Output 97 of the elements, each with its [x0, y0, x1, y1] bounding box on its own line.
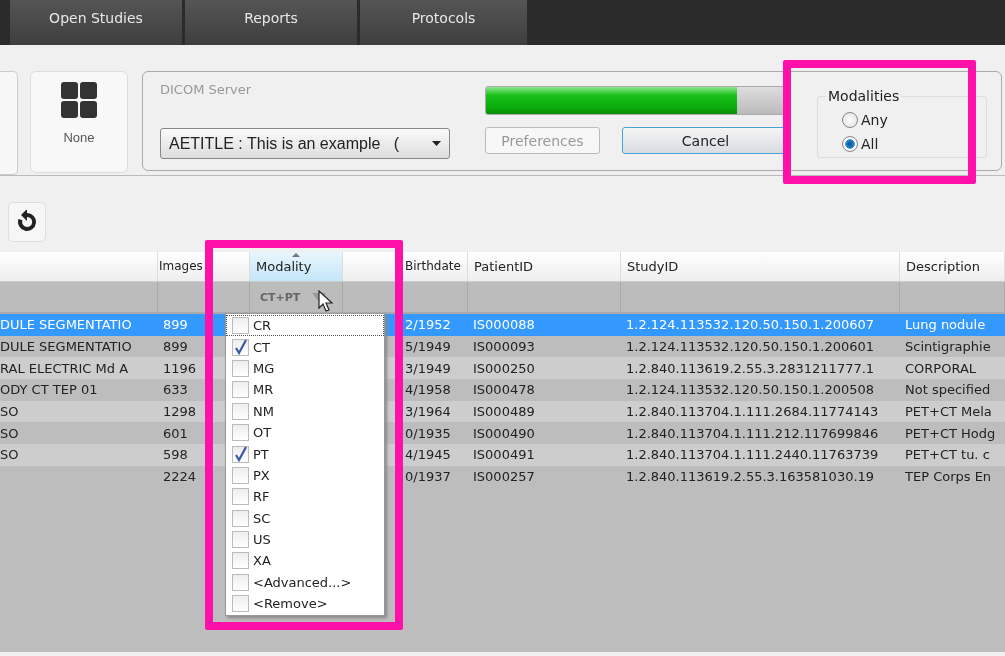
- table-cell: IS000257: [473, 469, 535, 485]
- server-dropdown[interactable]: AETITLE : This is an example (: [160, 128, 450, 159]
- table-cell: IS000093: [473, 339, 535, 355]
- menu-item[interactable]: CT: [226, 336, 384, 358]
- table-cell: 2224: [163, 469, 197, 485]
- radio-button[interactable]: [842, 112, 858, 128]
- layout-button[interactable]: None: [30, 71, 128, 173]
- table-cell: 4/1958: [405, 382, 451, 398]
- table-cell: IS000490: [473, 425, 535, 441]
- checkbox[interactable]: [232, 531, 249, 549]
- table-cell: Not specified: [905, 382, 991, 398]
- column-header[interactable]: PatientID: [468, 252, 621, 281]
- table-cell: 1.2.840.113619.2.55.3.163581030.19: [626, 469, 875, 485]
- table-cell: 1.2.124.113532.120.50.150.1.200601: [626, 339, 875, 355]
- table-cell: CORPORAL: [905, 360, 977, 376]
- table-cell: PET+CT Mela: [905, 404, 992, 420]
- radio-label: Any: [861, 112, 888, 128]
- menu-item[interactable]: MG: [226, 357, 384, 380]
- table-cell: IS000478: [473, 382, 535, 398]
- menu-item[interactable]: OT: [226, 421, 384, 444]
- group-title: Modalities: [827, 88, 901, 104]
- menu-item[interactable]: NM: [226, 400, 384, 422]
- refresh-button[interactable]: [8, 202, 46, 242]
- table-cell: 0/1937: [405, 469, 451, 485]
- column-header[interactable]: Birthdate: [343, 252, 468, 281]
- table-cell: 4/1945: [405, 447, 451, 463]
- table-cell: IS000250: [473, 360, 535, 376]
- menu-item[interactable]: MR: [226, 379, 384, 401]
- table-cell: 1.2.840.113704.1.111.2684.11774143: [626, 404, 879, 420]
- checkbox[interactable]: [232, 317, 249, 335]
- table-cell: 3/1964: [405, 404, 451, 420]
- table-cell: SO: [0, 425, 19, 441]
- table-cell: 0/1935: [405, 425, 451, 441]
- table-cell: Lung nodule: [905, 317, 986, 333]
- table-cell: 3/1949: [405, 360, 451, 376]
- checkbox[interactable]: [232, 552, 249, 570]
- checkbox[interactable]: [232, 595, 249, 613]
- table-cell: 1.2.840.113704.1.111.2440.11763739: [626, 447, 879, 463]
- table-cell: 601: [163, 425, 188, 441]
- table-cell: IS000491: [473, 447, 535, 463]
- menu-item[interactable]: CR: [226, 315, 384, 337]
- menu-item[interactable]: PT: [226, 443, 384, 465]
- table-cell: 1.2.124.113532.120.50.150.1.200607: [626, 317, 875, 333]
- menu-item[interactable]: <Remove>: [226, 593, 384, 615]
- radio-button[interactable]: [842, 136, 858, 152]
- column-header[interactable]: Description: [900, 252, 1005, 281]
- column-header[interactable]: StudyID: [621, 252, 900, 281]
- table-cell: IS000489: [473, 404, 535, 420]
- table-cell: Scintigraphie: [905, 339, 991, 355]
- table-cell: 1298: [163, 404, 197, 420]
- checkbox[interactable]: [232, 573, 249, 591]
- sort-arrow-icon: [292, 253, 300, 257]
- tab[interactable]: Reports: [185, 0, 357, 45]
- table-cell: PET+CT tu. c: [905, 447, 990, 463]
- table-cell: 598: [163, 447, 188, 463]
- table-cell: ODY CT TEP 01: [0, 382, 98, 398]
- checkbox[interactable]: [232, 381, 249, 399]
- table-cell: 899: [163, 339, 188, 355]
- toolbar-button[interactable]: [0, 71, 18, 175]
- menu-item[interactable]: <Advanced...>: [226, 571, 384, 594]
- table-cell: DULE SEGMENTATIO: [0, 339, 132, 355]
- checkbox[interactable]: [232, 359, 249, 377]
- checkbox[interactable]: [232, 445, 249, 463]
- checkbox[interactable]: [232, 402, 249, 420]
- menu-item[interactable]: SC: [226, 507, 384, 529]
- checkbox[interactable]: [232, 466, 249, 484]
- checkbox[interactable]: [232, 488, 249, 506]
- tab[interactable]: Open Studies: [10, 0, 182, 45]
- checkbox[interactable]: [232, 424, 249, 442]
- table-cell: 1.2.124.113532.120.50.150.1.200508: [626, 382, 875, 398]
- checkbox[interactable]: [232, 338, 249, 356]
- group-title: DICOM Server: [160, 82, 253, 99]
- checkbox[interactable]: [232, 509, 249, 527]
- refresh-icon: [15, 210, 39, 234]
- grid-layout-icon: [61, 82, 97, 118]
- table-cell: IS000088: [473, 317, 535, 333]
- table-cell: 1.2.840.113704.1.111.212.117699846: [626, 425, 879, 441]
- table-cell: SO: [0, 404, 19, 420]
- menu-item[interactable]: RF: [226, 486, 384, 508]
- tab[interactable]: Protocols: [360, 0, 527, 45]
- table-cell: SO: [0, 447, 19, 463]
- table-cell: 1196: [163, 360, 197, 376]
- table-cell: 633: [163, 382, 188, 398]
- menu-item[interactable]: US: [226, 528, 384, 551]
- menu-item[interactable]: PX: [226, 464, 384, 487]
- table-cell: 5/1949: [405, 339, 451, 355]
- table-cell: DULE SEGMENTATIO: [0, 317, 132, 333]
- radio-label: All: [861, 136, 879, 152]
- table-cell: PET+CT Hodg: [905, 425, 996, 441]
- table-cell: RAL ELECTRIC Md A: [0, 360, 129, 376]
- table-cell: 2/1952: [405, 317, 451, 333]
- column-header[interactable]: Modality: [250, 252, 343, 281]
- caret-icon: [432, 141, 441, 146]
- table-cell: TEP Corps En: [905, 469, 992, 485]
- menu-item[interactable]: XA: [226, 550, 384, 572]
- table-cell: 899: [163, 317, 188, 333]
- table-cell: 1.2.840.113619.2.55.3.2831211777.1: [626, 360, 875, 376]
